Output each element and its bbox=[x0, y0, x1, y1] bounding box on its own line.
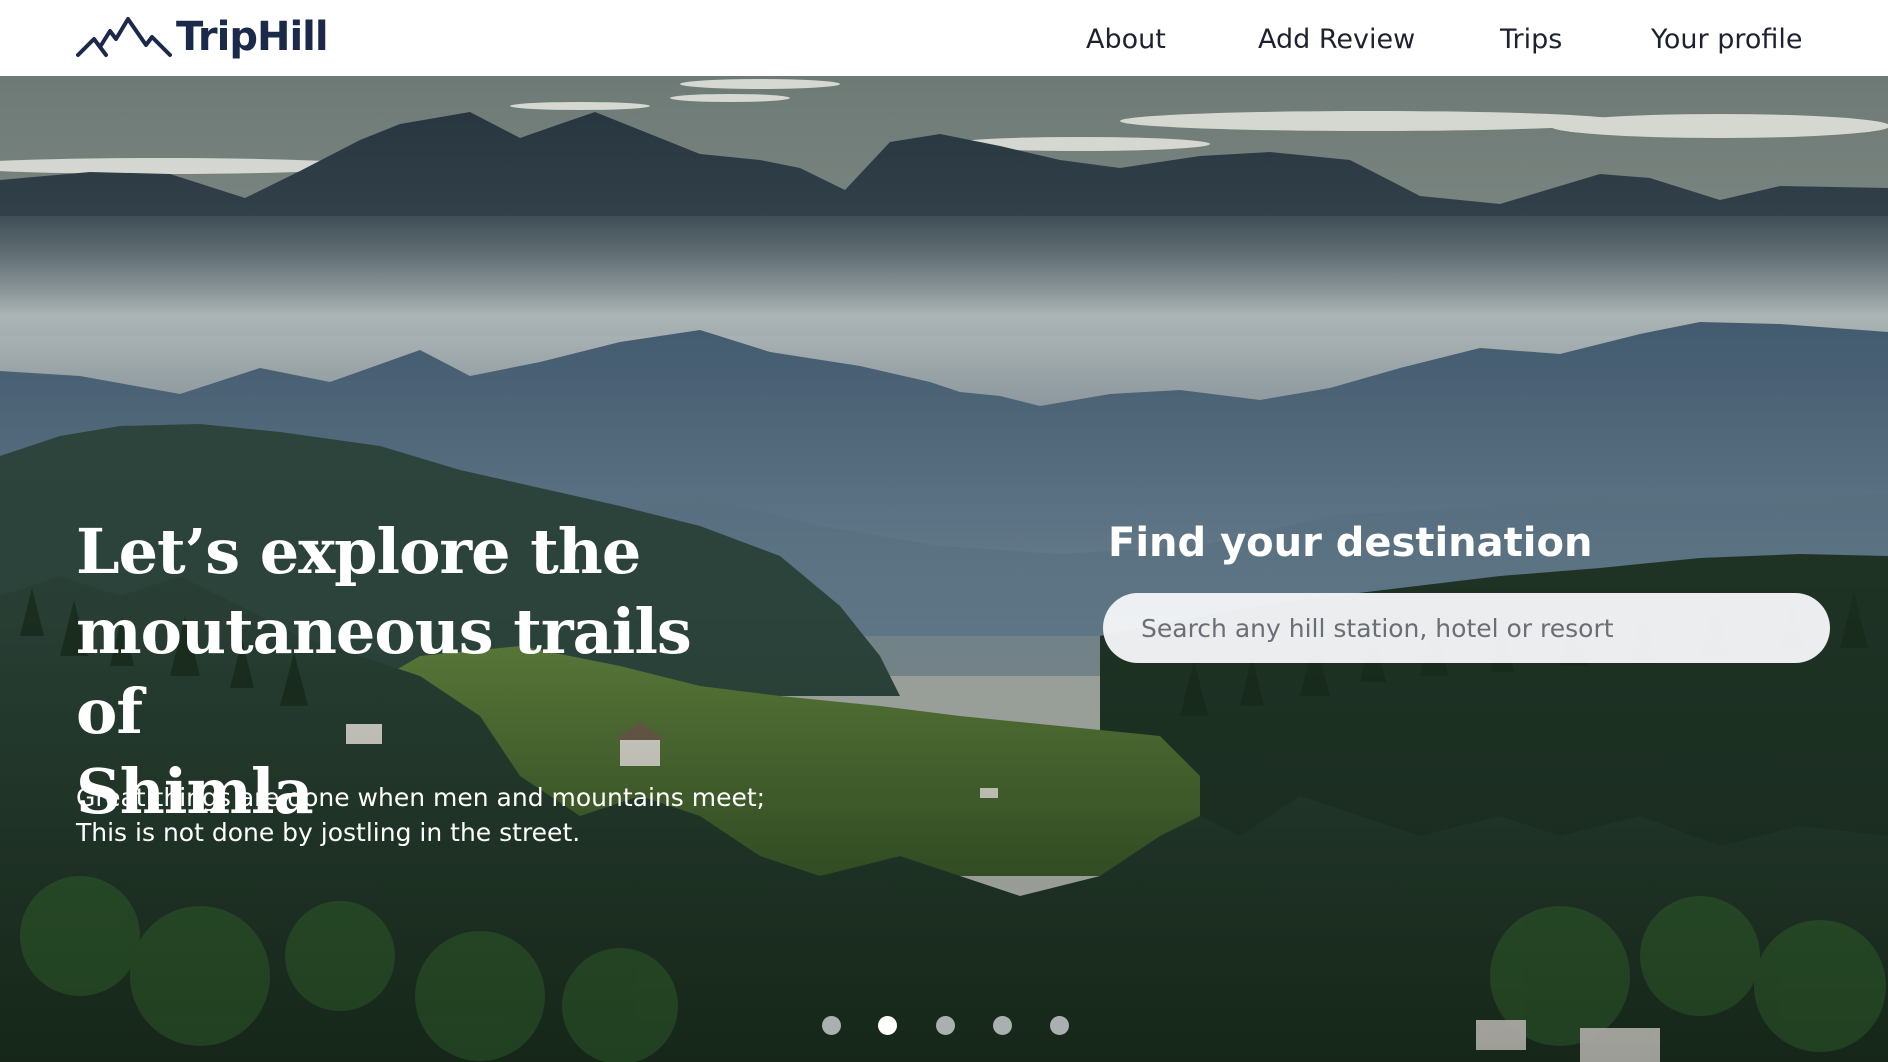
nav-about-link[interactable]: About bbox=[1086, 22, 1166, 58]
hero-quote-line: This is not done by jostling in the stre… bbox=[76, 818, 581, 847]
search-input[interactable] bbox=[1103, 593, 1830, 663]
top-navbar: TripHill About Add Review Trips Your pro… bbox=[0, 0, 1888, 76]
carousel-dot[interactable] bbox=[1050, 1016, 1069, 1035]
hero-title-line: Let’s explore the bbox=[76, 515, 641, 588]
main-nav: About Add Review Trips Your profile bbox=[0, 22, 1888, 58]
hero-section: Let’s explore the moutaneous trails of S… bbox=[0, 76, 1888, 1062]
carousel-dot[interactable] bbox=[993, 1016, 1012, 1035]
page: TripHill About Add Review Trips Your pro… bbox=[0, 0, 1888, 1062]
carousel-dots bbox=[0, 1016, 1888, 1036]
search-heading: Find your destination bbox=[1108, 520, 1593, 566]
nav-profile-link[interactable]: Your profile bbox=[1651, 22, 1803, 58]
hero-quote-line: Great things are done when men and mount… bbox=[76, 783, 766, 812]
hero-quote: Great things are done when men and mount… bbox=[76, 780, 836, 850]
carousel-dot[interactable] bbox=[936, 1016, 955, 1035]
nav-add-review-link[interactable]: Add Review bbox=[1258, 22, 1415, 58]
nav-trips-link[interactable]: Trips bbox=[1500, 22, 1562, 58]
hero-title-line: moutaneous trails of bbox=[76, 595, 692, 748]
carousel-dot-active[interactable] bbox=[878, 1016, 897, 1035]
carousel-dot[interactable] bbox=[822, 1016, 841, 1035]
